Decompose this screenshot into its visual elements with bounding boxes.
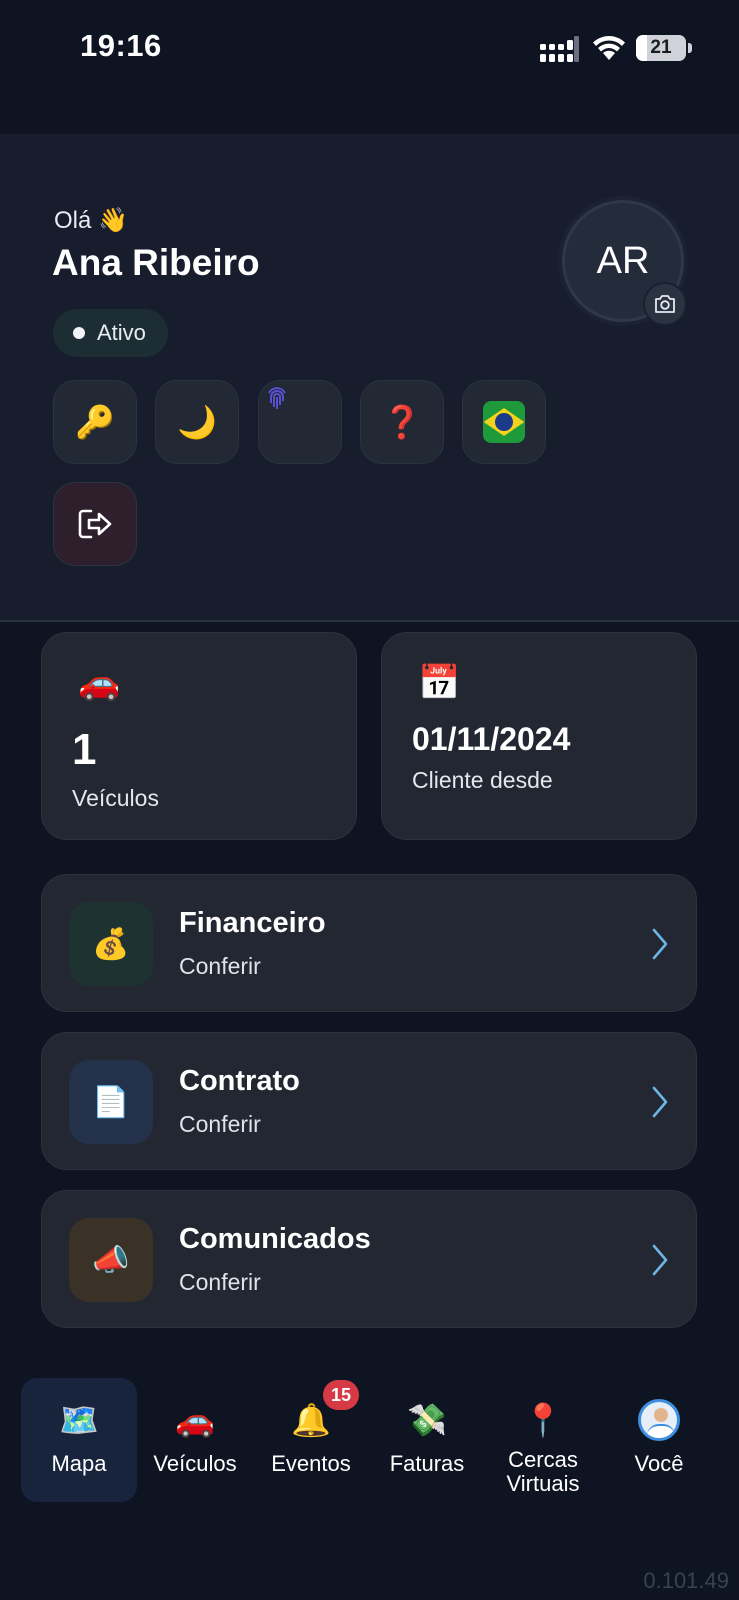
status-time: 19:16 xyxy=(80,28,162,63)
nav-label: Eventos xyxy=(271,1451,351,1476)
user-avatar-icon xyxy=(638,1399,680,1441)
nav-tab-mapa[interactable]: 🗺️ Mapa xyxy=(21,1378,137,1502)
bell-icon: 🔔 xyxy=(291,1402,331,1438)
status-badge: Ativo xyxy=(53,309,168,357)
key-icon: 🔑 xyxy=(75,404,115,440)
nav-tab-veiculos[interactable]: 🚗 Veículos xyxy=(137,1378,253,1502)
megaphone-icon: 📣 xyxy=(69,1218,153,1302)
client-since-stat-card: 📅 01/11/2024 Cliente desde xyxy=(381,632,697,840)
logout-button[interactable] xyxy=(53,482,137,566)
nav-tab-voce[interactable]: Você xyxy=(601,1378,717,1502)
calendar-icon: 📅 xyxy=(418,664,461,702)
help-icon: ❓ xyxy=(382,404,422,440)
nav-label: Você xyxy=(634,1451,684,1476)
vehicles-label: Veículos xyxy=(72,785,159,811)
money-wings-icon: 💸 xyxy=(407,1402,447,1438)
moon-icon: 🌙 xyxy=(177,404,217,440)
menu-title: Financeiro xyxy=(179,907,326,939)
client-since-label: Cliente desde xyxy=(412,767,553,793)
battery-icon: 21 xyxy=(636,35,686,61)
chevron-right-icon xyxy=(652,928,668,960)
greeting-text: Olá 👋 xyxy=(54,207,128,234)
nav-label: Cercas Virtuais xyxy=(506,1447,580,1496)
nav-tab-cercas-virtuais[interactable]: 📍 Cercas Virtuais xyxy=(485,1378,601,1502)
nav-label: Veículos xyxy=(153,1451,237,1476)
client-since-date: 01/11/2024 xyxy=(412,721,571,757)
battery-level: 21 xyxy=(650,37,672,58)
comunicados-card[interactable]: 📣 Comunicados Conferir xyxy=(41,1190,697,1328)
status-dot-icon xyxy=(73,327,85,339)
menu-subtitle: Conferir xyxy=(179,1269,261,1295)
menu-title: Contrato xyxy=(179,1065,300,1097)
menu-subtitle: Conferir xyxy=(179,953,261,979)
change-photo-button[interactable] xyxy=(643,282,687,326)
car-icon: 🚗 xyxy=(175,1402,215,1438)
vehicles-stat-card[interactable]: 🚗 1 Veículos xyxy=(41,632,357,840)
vehicles-count: 1 xyxy=(72,725,97,774)
status-bar: 19:16 21 xyxy=(0,0,739,100)
car-icon: 🚗 xyxy=(78,664,121,702)
avatar-initials: AR xyxy=(596,239,650,282)
wifi-icon xyxy=(593,36,625,60)
logout-icon xyxy=(78,509,112,539)
chevron-right-icon xyxy=(652,1244,668,1276)
chevron-right-icon xyxy=(652,1086,668,1118)
map-icon: 🗺️ xyxy=(59,1402,99,1438)
pin-icon: 📍 xyxy=(523,1402,563,1438)
document-icon: 📄 xyxy=(69,1060,153,1144)
battery-tip xyxy=(688,43,692,53)
help-button[interactable]: ❓ xyxy=(360,380,444,464)
brazil-flag-icon xyxy=(483,401,525,443)
nav-label: Faturas xyxy=(389,1451,465,1476)
status-label: Ativo xyxy=(97,320,146,345)
bottom-nav: 🗺️ Mapa 🚗 Veículos 🔔 Eventos 15 💸 Fatura… xyxy=(0,1370,739,1510)
nav-tab-eventos[interactable]: 🔔 Eventos 15 xyxy=(253,1378,369,1502)
profile-header: Olá 👋 Ana Ribeiro Ativo AR 🔑 🌙 ❓ xyxy=(0,134,739,622)
cellular-signal-icon xyxy=(540,36,579,62)
language-button[interactable] xyxy=(462,380,546,464)
fingerprint-icon xyxy=(268,387,286,409)
nav-label: Mapa xyxy=(51,1451,107,1476)
camera-icon xyxy=(655,295,675,313)
money-bag-icon: 💰 xyxy=(69,902,153,986)
notification-badge: 15 xyxy=(323,1380,359,1410)
user-name: Ana Ribeiro xyxy=(52,242,260,283)
app-version: 0.101.49 xyxy=(643,1568,729,1593)
financeiro-card[interactable]: 💰 Financeiro Conferir xyxy=(41,874,697,1012)
menu-subtitle: Conferir xyxy=(179,1111,261,1137)
nav-tab-faturas[interactable]: 💸 Faturas xyxy=(369,1378,485,1502)
dark-mode-button[interactable]: 🌙 xyxy=(155,380,239,464)
biometric-button[interactable] xyxy=(258,380,342,464)
menu-title: Comunicados xyxy=(179,1223,371,1255)
change-password-button[interactable]: 🔑 xyxy=(53,380,137,464)
contrato-card[interactable]: 📄 Contrato Conferir xyxy=(41,1032,697,1170)
